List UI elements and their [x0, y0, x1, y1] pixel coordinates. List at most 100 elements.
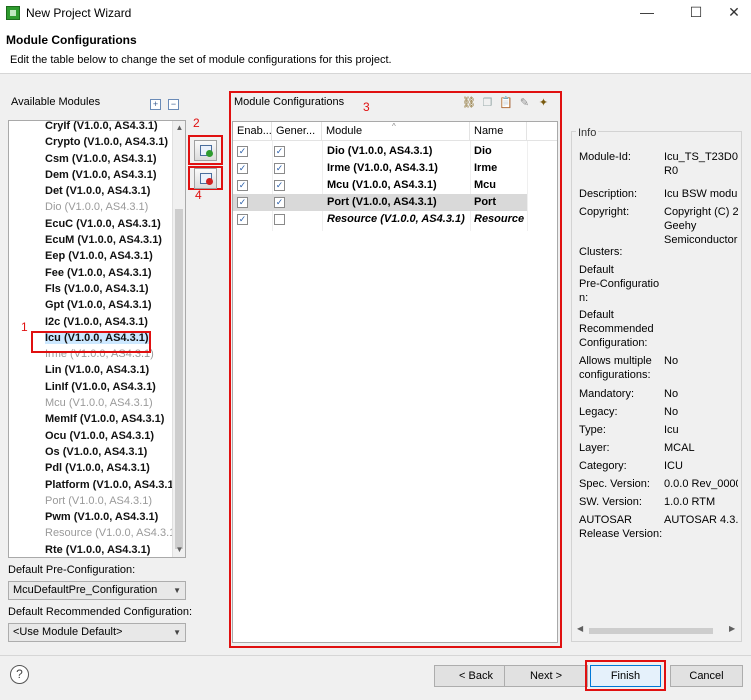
- module-list-item[interactable]: Fee (V1.0.0, AS4.3.1): [9, 265, 173, 281]
- info-key: Module-Id:: [579, 151, 631, 163]
- scroll-thumb[interactable]: [175, 209, 183, 549]
- module-list-item[interactable]: CryIf (V1.0.0, AS4.3.1): [9, 121, 173, 134]
- column-header-name[interactable]: Name: [470, 122, 527, 141]
- module-list-item[interactable]: LinIf (V1.0.0, AS4.3.1): [9, 379, 173, 395]
- cancel-button[interactable]: Cancel: [670, 665, 743, 687]
- module-cell: Irme (V1.0.0, AS4.3.1): [327, 162, 438, 174]
- table-row[interactable]: ✓ ✓ Port (V1.0.0, AS4.3.1) Port: [233, 194, 527, 211]
- module-list-item-label: Gpt (V1.0.0, AS4.3.1): [45, 299, 152, 312]
- enabled-checkbox[interactable]: ✓: [237, 146, 248, 157]
- enabled-checkbox[interactable]: ✓: [237, 180, 248, 191]
- column-header-enabled[interactable]: Enab...: [233, 122, 272, 141]
- module-list-item[interactable]: Os (V1.0.0, AS4.3.1): [9, 444, 173, 460]
- module-list-item[interactable]: Pwm (V1.0.0, AS4.3.1): [9, 509, 173, 525]
- expand-all-icon[interactable]: +: [150, 99, 161, 110]
- info-value: AUTOSAR 4.3.1: [664, 514, 738, 526]
- default-recommended-config-label: Default Recommended Configuration:: [8, 606, 193, 618]
- finish-button[interactable]: Finish: [590, 665, 661, 687]
- module-list-item[interactable]: Resource (V1.0.0, AS4.3.1): [9, 525, 179, 541]
- module-list-item-label: Mcu (V1.0.0, AS4.3.1): [45, 397, 153, 410]
- enabled-checkbox[interactable]: ✓: [237, 214, 248, 225]
- module-list-item[interactable]: Dio (V1.0.0, AS4.3.1): [9, 199, 173, 215]
- info-value: Icu_TS_T23D06M R0: [664, 151, 738, 177]
- module-list-item-label: MemIf (V1.0.0, AS4.3.1): [45, 413, 165, 426]
- info-key: Default Pre-Configuratio n:: [579, 264, 660, 304]
- module-list-item[interactable]: Crypto (V1.0.0, AS4.3.1): [9, 134, 173, 150]
- name-cell: Port: [474, 196, 496, 208]
- module-list-item[interactable]: EcuM (V1.0.0, AS4.3.1): [9, 232, 173, 248]
- module-list-item-label: Resource (V1.0.0, AS4.3.1): [45, 527, 179, 540]
- column-header-module[interactable]: Module ^: [322, 122, 470, 141]
- scroll-right-icon[interactable]: ▶: [729, 624, 735, 633]
- scroll-up-icon[interactable]: ▲: [173, 123, 185, 132]
- info-value: No: [664, 388, 679, 400]
- module-list-item-label: LinIf (V1.0.0, AS4.3.1): [45, 380, 156, 393]
- generate-checkbox[interactable]: [274, 214, 285, 225]
- module-configurations-table[interactable]: Enab... Gener... Module ^ Name ✓ ✓ Dio (V1…: [232, 121, 558, 643]
- help-button[interactable]: ?: [10, 665, 29, 684]
- module-list-item[interactable]: I2c (V1.0.0, AS4.3.1): [9, 314, 173, 330]
- copy-config-icon[interactable]: ❐: [481, 97, 494, 110]
- table-row[interactable]: ✓ ✓ Irme (V1.0.0, AS4.3.1) Irme: [233, 160, 527, 177]
- module-list-item[interactable]: Gpt (V1.0.0, AS4.3.1): [9, 297, 173, 313]
- module-list-item-label: Ocu (V1.0.0, AS4.3.1): [45, 429, 155, 442]
- default-pre-config-select[interactable]: McuDefaultPre_Configuration ▼: [8, 581, 186, 600]
- collapse-all-icon[interactable]: −: [168, 99, 179, 110]
- info-key: Type:: [579, 424, 606, 436]
- module-list-item-label: Pdl (V1.0.0, AS4.3.1): [45, 462, 150, 475]
- module-list-item[interactable]: Pdl (V1.0.0, AS4.3.1): [9, 460, 173, 476]
- module-list-item[interactable]: Dem (V1.0.0, AS4.3.1): [9, 167, 173, 183]
- info-scroll-thumb[interactable]: [589, 628, 713, 634]
- next-button[interactable]: Next >: [504, 665, 588, 687]
- module-list-item-label: Fee (V1.0.0, AS4.3.1): [45, 266, 152, 279]
- link-config-icon[interactable]: ⛓: [462, 97, 476, 110]
- generate-checkbox[interactable]: ✓: [274, 180, 285, 191]
- module-list-item-label: Dem (V1.0.0, AS4.3.1): [45, 168, 157, 181]
- column-header-generate[interactable]: Gener...: [272, 122, 322, 141]
- module-list-item[interactable]: Ocu (V1.0.0, AS4.3.1): [9, 428, 173, 444]
- module-list-item[interactable]: Mcu (V1.0.0, AS4.3.1): [9, 395, 173, 411]
- generate-checkbox[interactable]: ✓: [274, 146, 285, 157]
- table-row[interactable]: ✓ ✓ Dio (V1.0.0, AS4.3.1) Dio: [233, 143, 527, 160]
- minimize-button[interactable]: —: [633, 2, 661, 24]
- annotation-1: 1: [21, 320, 28, 334]
- add-module-button[interactable]: [194, 140, 217, 161]
- paste-config-icon[interactable]: 📋: [499, 97, 513, 110]
- module-list-item[interactable]: Eep (V1.0.0, AS4.3.1): [9, 248, 173, 264]
- maximize-button[interactable]: ☐: [682, 2, 710, 24]
- module-list-item[interactable]: Rte (V1.0.0, AS4.3.1): [9, 542, 173, 557]
- info-value: Copyright (C) 20 Geehy Semiconductor: [664, 206, 738, 246]
- edit-config-icon[interactable]: ✎: [518, 97, 531, 110]
- info-horizontal-scrollbar[interactable]: ◀ ▶: [573, 624, 739, 638]
- generate-checkbox[interactable]: ✓: [274, 197, 285, 208]
- enabled-checkbox[interactable]: ✓: [237, 197, 248, 208]
- module-list-item[interactable]: Port (V1.0.0, AS4.3.1): [9, 493, 173, 509]
- remove-module-button[interactable]: [194, 168, 217, 189]
- wizard-header: Module Configurations Edit the table bel…: [0, 26, 751, 74]
- name-cell: Resource: [474, 213, 525, 225]
- annotation-box-1: [31, 331, 151, 353]
- generate-checkbox[interactable]: ✓: [274, 163, 285, 174]
- table-row[interactable]: ✓ Resource (V1.0.0, AS4.3.1) Resource: [233, 211, 527, 228]
- default-pre-config-label: Default Pre-Configuration:: [8, 564, 136, 576]
- module-list-item[interactable]: Lin (V1.0.0, AS4.3.1): [9, 362, 173, 378]
- footer-divider: [0, 655, 751, 656]
- module-list-item[interactable]: MemIf (V1.0.0, AS4.3.1): [9, 411, 173, 427]
- module-list-item[interactable]: Det (V1.0.0, AS4.3.1): [9, 183, 173, 199]
- info-value: No: [664, 355, 679, 367]
- table-row[interactable]: ✓ ✓ Mcu (V1.0.0, AS4.3.1) Mcu: [233, 177, 527, 194]
- module-list-item[interactable]: Fls (V1.0.0, AS4.3.1): [9, 281, 173, 297]
- enabled-checkbox[interactable]: ✓: [237, 163, 248, 174]
- default-recommended-config-select[interactable]: <Use Module Default> ▼: [8, 623, 186, 642]
- wizard-config-icon[interactable]: ✦: [537, 97, 550, 110]
- module-list-item[interactable]: EcuC (V1.0.0, AS4.3.1): [9, 216, 173, 232]
- scroll-left-icon[interactable]: ◀: [577, 624, 583, 633]
- close-button[interactable]: ✕: [720, 2, 748, 24]
- scroll-down-icon[interactable]: ▼: [173, 545, 185, 554]
- module-list-item[interactable]: Platform (V1.0.0, AS4.3.1): [9, 477, 177, 493]
- modules-scrollbar[interactable]: ▲ ▼: [172, 121, 185, 557]
- module-configurations-label: Module Configurations: [234, 96, 345, 108]
- module-list-item[interactable]: Csm (V1.0.0, AS4.3.1): [9, 151, 173, 167]
- sort-asc-icon: ^: [392, 122, 396, 131]
- module-cell: Mcu (V1.0.0, AS4.3.1): [327, 179, 437, 191]
